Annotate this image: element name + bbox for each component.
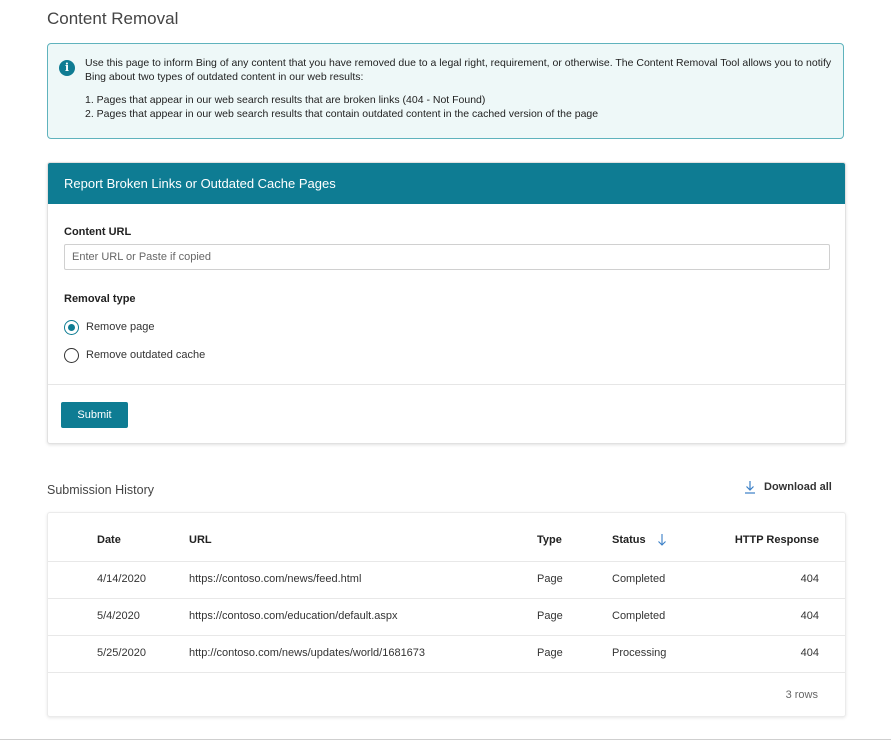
column-header-status[interactable]: Status [612,520,667,561]
content-url-input[interactable] [64,244,830,270]
form-divider [48,384,845,385]
radio-remove-outdated-cache[interactable]: Remove outdated cache [64,346,205,364]
cell-date: 5/25/2020 [97,647,146,659]
table-row[interactable]: 4/14/2020 https://contoso.com/news/feed.… [48,561,845,598]
column-header-type[interactable]: Type [537,520,562,561]
cell-type: Page [537,610,563,622]
form-header: Report Broken Links or Outdated Cache Pa… [48,163,845,204]
submission-history-table: Date URL Type Status HTTP Response 4/14/… [47,512,846,717]
table-row[interactable]: 5/25/2020 http://contoso.com/news/update… [48,635,845,672]
cell-url: http://contoso.com/news/updates/world/16… [189,647,426,659]
info-list-item: 1. Pages that appear in our web search r… [85,94,486,106]
cell-http-response: 404 [800,647,819,659]
column-header-url[interactable]: URL [189,520,212,561]
row-count: 3 rows [785,689,818,701]
radio-label: Remove outdated cache [86,349,206,361]
page-title: Content Removal [47,9,179,28]
cell-status: Processing [612,647,667,659]
cell-type: Page [537,647,563,659]
table-row[interactable]: 5/4/2020 https://contoso.com/education/d… [48,598,845,635]
cell-status: Completed [612,610,666,622]
cell-url: https://contoso.com/education/default.as… [189,610,398,622]
download-all-label: Download all [764,481,832,493]
removal-type-label: Removal type [64,293,136,305]
radio-label: Remove page [86,321,155,333]
download-all-button[interactable]: Download all [744,478,832,496]
row-divider [48,672,845,673]
info-icon: i [59,60,75,76]
report-form-card: Report Broken Links or Outdated Cache Pa… [47,162,846,444]
cell-url: https://contoso.com/news/feed.html [189,573,362,585]
cell-http-response: 404 [800,610,819,622]
info-banner: i Use this page to inform Bing of any co… [47,43,844,139]
content-url-label: Content URL [64,226,132,238]
cell-http-response: 404 [800,573,819,585]
column-header-status-label: Status [612,534,646,546]
table-header-row: Date URL Type Status HTTP Response [48,520,845,561]
submit-button[interactable]: Submit [61,402,128,428]
info-text: Use this page to inform Bing of any cont… [85,56,833,121]
download-icon [745,481,755,494]
cell-date: 4/14/2020 [97,573,146,585]
cell-date: 5/4/2020 [97,610,140,622]
radio-remove-page[interactable]: Remove page [64,318,155,336]
info-paragraph: Use this page to inform Bing of any cont… [85,57,832,83]
column-header-date[interactable]: Date [97,520,121,561]
cell-type: Page [537,573,563,585]
sort-descending-icon [657,534,666,546]
page-bottom-divider [0,739,891,740]
column-header-http-response[interactable]: HTTP Response [735,520,819,561]
submission-history-title: Submission History [47,483,154,497]
cell-status: Completed [612,573,666,585]
info-list-item: 2. Pages that appear in our web search r… [85,108,599,120]
radio-button[interactable] [64,347,79,363]
radio-button-selected[interactable] [64,319,79,335]
info-list: 1. Pages that appear in our web search r… [85,93,833,121]
